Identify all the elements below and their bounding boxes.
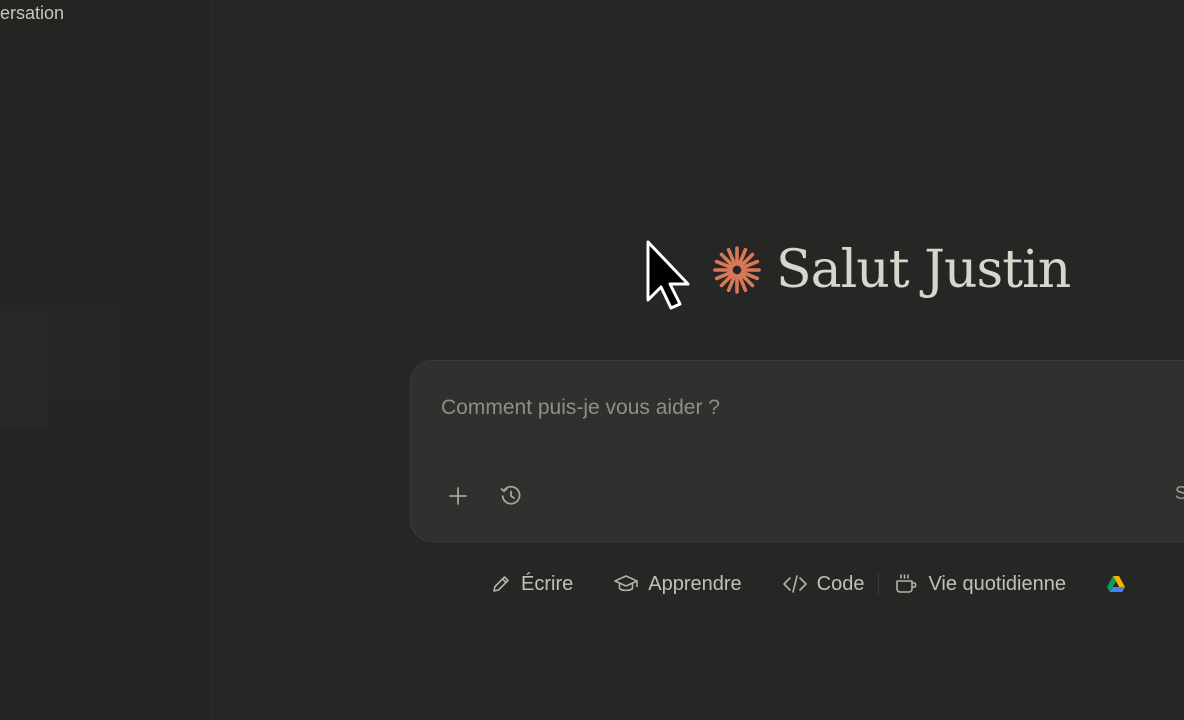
chip-divider	[878, 573, 880, 595]
graduation-cap-icon	[613, 573, 639, 595]
sidebar-new-conversation-link[interactable]: ersation	[0, 0, 64, 26]
chip-label: Code	[816, 572, 865, 595]
message-composer: S	[410, 360, 1184, 542]
message-input[interactable]	[441, 393, 1141, 423]
code-icon	[782, 573, 808, 595]
chip-google-drive[interactable]	[1106, 566, 1126, 602]
chip-apprendre[interactable]: Apprendre	[613, 566, 742, 602]
google-drive-icon	[1106, 575, 1126, 593]
chip-label: Écrire	[521, 572, 574, 595]
coffee-cup-icon	[893, 572, 919, 596]
sparkle-burst-icon	[712, 245, 762, 295]
chip-label: Vie quotidienne	[928, 572, 1066, 595]
chip-vie-quotidienne[interactable]: Vie quotidienne	[893, 566, 1066, 602]
history-button[interactable]	[494, 479, 528, 513]
greeting-text: Salut Justin	[776, 240, 1071, 300]
greeting: Salut Justin	[712, 238, 1071, 302]
plus-icon	[448, 486, 468, 506]
clock-icon	[499, 484, 523, 508]
chip-code[interactable]: Code	[782, 566, 865, 602]
add-button[interactable]	[441, 479, 475, 513]
suggestion-chips: Écrire Apprendre Code Vie quotidienne	[490, 566, 1126, 602]
sidebar-faded-item-2	[0, 310, 48, 430]
composer-trailing-text: S	[1175, 483, 1184, 503]
pencil-icon	[490, 573, 512, 595]
sidebar: ersation	[0, 0, 212, 720]
chip-label: Apprendre	[648, 572, 742, 595]
chip-ecrire[interactable]: Écrire	[490, 566, 573, 602]
mouse-cursor	[646, 240, 696, 317]
